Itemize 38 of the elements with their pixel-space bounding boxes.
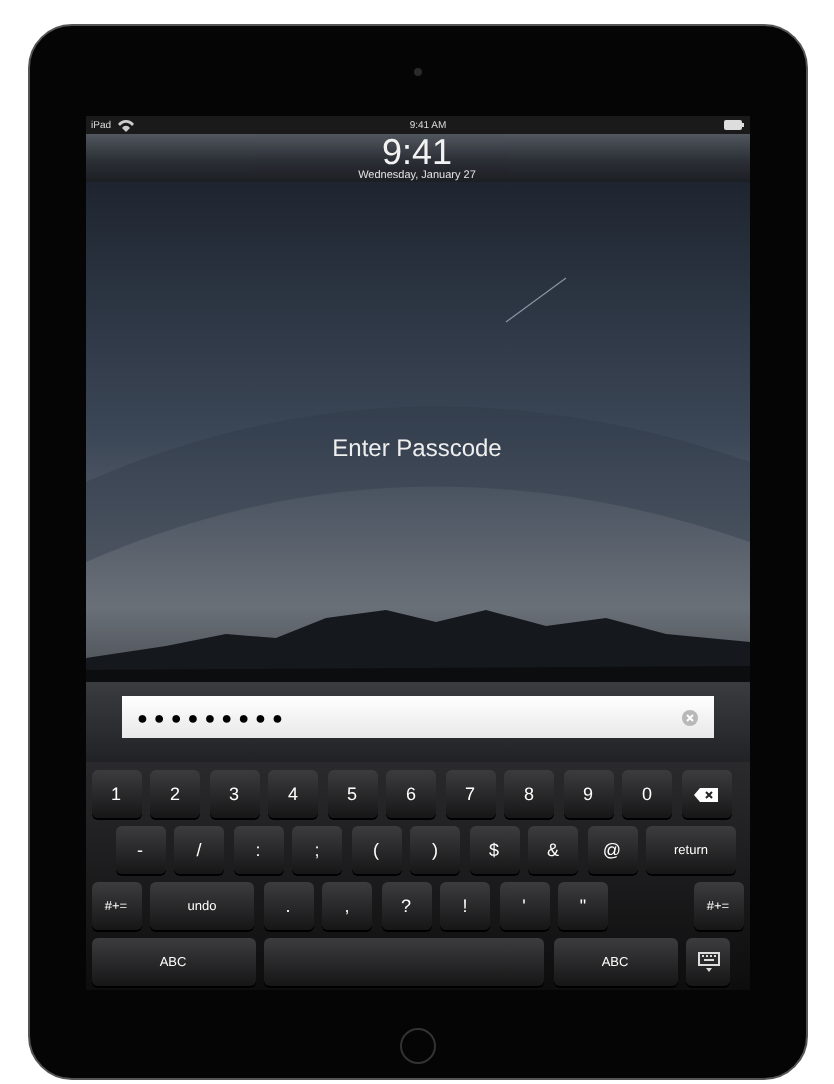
wifi-icon bbox=[117, 119, 134, 131]
space-key[interactable] bbox=[264, 938, 544, 986]
key[interactable]: ) bbox=[410, 826, 460, 874]
battery-icon bbox=[723, 120, 743, 130]
key[interactable]: / bbox=[174, 826, 224, 874]
key[interactable]: @ bbox=[587, 826, 637, 874]
key[interactable]: $ bbox=[469, 826, 519, 874]
key[interactable]: & bbox=[528, 826, 578, 874]
clear-icon[interactable] bbox=[681, 709, 697, 725]
key[interactable]: " bbox=[558, 882, 608, 930]
key[interactable]: , bbox=[322, 882, 372, 930]
key[interactable]: . bbox=[263, 882, 313, 930]
key[interactable]: 4 bbox=[268, 770, 318, 818]
key[interactable]: - bbox=[115, 826, 165, 874]
key[interactable]: ; bbox=[292, 826, 342, 874]
key[interactable]: 7 bbox=[445, 770, 495, 818]
key[interactable]: ' bbox=[499, 882, 549, 930]
camera-icon bbox=[413, 68, 421, 76]
prompt-text: Enter Passcode bbox=[332, 434, 502, 462]
home-button[interactable] bbox=[399, 1028, 435, 1064]
passcode-field[interactable]: ●●●●●●●●● bbox=[121, 696, 713, 738]
key[interactable]: 1 bbox=[91, 770, 141, 818]
key[interactable]: : bbox=[233, 826, 283, 874]
key[interactable]: ( bbox=[351, 826, 401, 874]
key[interactable]: 0 bbox=[622, 770, 672, 818]
key[interactable]: 5 bbox=[327, 770, 377, 818]
key[interactable]: ! bbox=[440, 882, 490, 930]
keyboard-icon bbox=[697, 952, 719, 972]
key[interactable]: 3 bbox=[209, 770, 259, 818]
key[interactable]: 2 bbox=[150, 770, 200, 818]
backspace-icon bbox=[694, 787, 718, 801]
clock-time: 9:41 bbox=[381, 136, 453, 170]
key[interactable]: 8 bbox=[504, 770, 554, 818]
key[interactable]: ? bbox=[381, 882, 431, 930]
key[interactable]: 6 bbox=[386, 770, 436, 818]
delete-key[interactable] bbox=[681, 770, 731, 818]
key[interactable]: 9 bbox=[563, 770, 613, 818]
hide-keyboard-key[interactable] bbox=[686, 938, 730, 986]
